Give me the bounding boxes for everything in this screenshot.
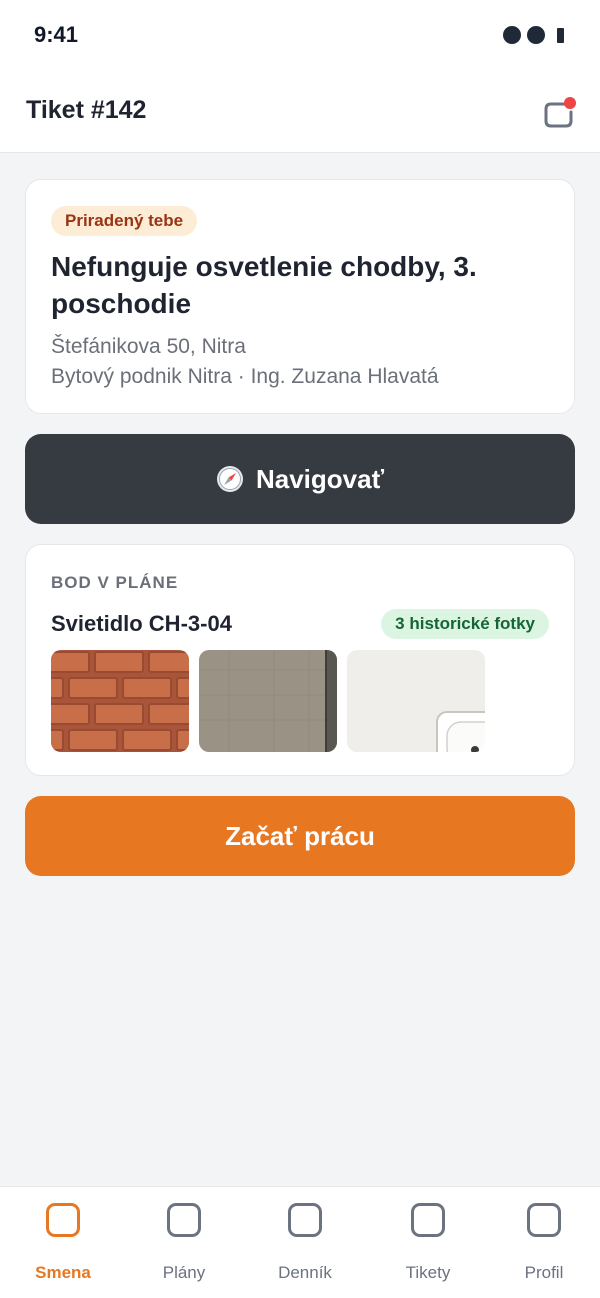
tab-dennik[interactable]: Denník [245,1187,365,1298]
compass-icon [216,465,244,493]
start-work-button[interactable]: Začať prácu [25,796,575,876]
diary-icon [288,1203,322,1237]
tab-tikety[interactable]: Tikety [368,1187,488,1298]
signal-icon [503,26,521,44]
tab-label: Plány [162,1263,206,1282]
shift-icon [46,1203,80,1237]
assigned-badge: Priradený tebe [51,206,198,236]
plan-point-name: Svietidlo CH-3-04 [51,611,232,636]
ticket-address: Štefánikova 50, Nitra [51,335,246,358]
navigate-button-label: Navigovať [255,463,385,494]
notification-bell-icon[interactable] [542,96,576,130]
historic-photos-badge[interactable]: 3 historické fotky [381,609,549,639]
tab-label: Smena [35,1263,91,1282]
app-header: Tiket #142 [0,70,600,153]
tab-label: Denník [278,1263,332,1282]
battery-icon [557,27,564,43]
wifi-icon [527,26,545,44]
tab-smena[interactable]: Smena [3,1187,123,1298]
ticket-card: Priradený tebe Nefunguje osvetlenie chod… [25,179,575,414]
status-time: 9:41 [34,22,79,47]
tab-label: Profil [524,1263,564,1282]
photo-thumbnail-brick[interactable] [51,650,189,752]
plans-icon [167,1203,201,1237]
tab-label: Tikety [405,1263,451,1282]
tab-plany[interactable]: Plány [124,1187,244,1298]
photo-thumbnail-switch[interactable] [347,650,485,752]
photo-thumbnails [51,650,485,752]
tab-profil[interactable]: Profil [484,1187,600,1298]
navigate-button[interactable]: Navigovať [25,434,575,524]
bottom-tab-bar: Smena Plány Denník Tikety Profil [0,1186,600,1298]
tickets-icon [411,1203,445,1237]
profile-icon [527,1203,561,1237]
section-label: BOD V PLÁNE [51,573,179,592]
status-icons [503,26,564,44]
status-bar: 9:41 [0,0,600,70]
plan-point-card: BOD V PLÁNE Svietidlo CH-3-04 3 historic… [25,544,575,776]
photo-thumbnail-wall[interactable] [199,650,337,752]
ticket-title: Nefunguje osvetlenie chodby, 3. poschodi… [51,251,477,319]
page-title: Tiket #142 [26,96,147,124]
ticket-client: Bytový podnik Nitra · Ing. Zuzana Hlavat… [51,365,439,388]
